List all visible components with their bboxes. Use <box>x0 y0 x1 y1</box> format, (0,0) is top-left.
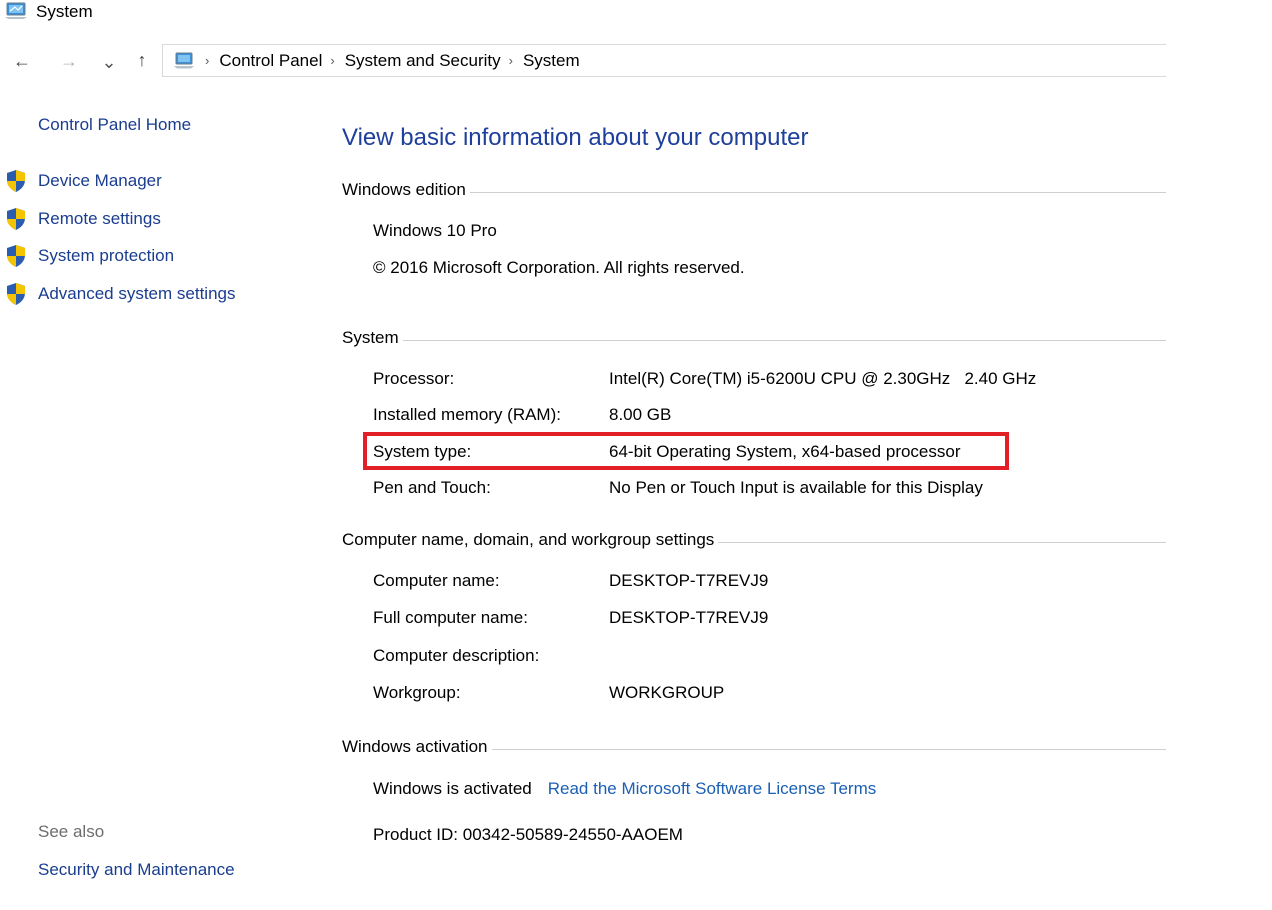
section-system: System <box>342 328 1166 348</box>
product-id: Product ID: 00342-50589-24550-AAOEM <box>373 825 683 844</box>
ram-label: Installed memory (RAM): <box>373 405 561 424</box>
copyright-text: © 2016 Microsoft Corporation. All rights… <box>373 258 745 277</box>
back-arrow-icon[interactable]: ← <box>8 48 36 74</box>
section-divider <box>402 339 1166 341</box>
activation-status: Windows is activated <box>373 779 532 798</box>
system-type-highlight <box>363 432 1009 470</box>
control-panel-icon <box>174 52 194 68</box>
forward-arrow-icon[interactable]: → <box>55 48 83 74</box>
breadcrumb-separator-icon: › <box>508 53 513 68</box>
full-computer-name-value: DESKTOP-T7REVJ9 <box>609 608 769 627</box>
section-heading: System <box>342 328 399 347</box>
computer-name-label: Computer name: <box>373 571 500 590</box>
license-terms-link[interactable]: Read the Microsoft Software License Term… <box>548 779 877 799</box>
computer-description-label: Computer description: <box>373 646 540 665</box>
section-heading: Computer name, domain, and workgroup set… <box>342 530 715 549</box>
activation-row: Windows is activated Read the Microsoft … <box>373 777 876 801</box>
workgroup-value: WORKGROUP <box>609 683 725 702</box>
breadcrumb-separator-icon: › <box>330 53 335 68</box>
address-bar[interactable]: › Control Panel › System and Security › … <box>162 44 1166 77</box>
task-system-protection[interactable]: System protection <box>4 244 174 268</box>
breadcrumb-system[interactable]: System <box>523 51 580 71</box>
uac-shield-icon <box>7 283 25 305</box>
pen-touch-label: Pen and Touch: <box>373 478 491 497</box>
section-windows-activation: Windows activation <box>342 737 1166 757</box>
uac-shield-icon <box>7 245 25 267</box>
ram-value: 8.00 GB <box>609 405 672 424</box>
security-and-maintenance-link[interactable]: Security and Maintenance <box>38 860 235 880</box>
uac-shield-icon <box>7 208 25 230</box>
full-computer-name-label: Full computer name: <box>373 608 528 627</box>
control-panel-home-link[interactable]: Control Panel Home <box>38 115 191 135</box>
see-also-heading: See also <box>38 822 105 841</box>
system-window: System ← → ⌄ ↑ › Control Panel › System … <box>0 0 1272 910</box>
section-heading: Windows activation <box>342 737 488 756</box>
task-label[interactable]: Remote settings <box>38 209 161 229</box>
workgroup-label: Workgroup: <box>373 683 461 702</box>
task-label[interactable]: Device Manager <box>38 171 162 191</box>
task-device-manager[interactable]: Device Manager <box>4 169 162 193</box>
section-divider <box>491 748 1166 750</box>
computer-name-value: DESKTOP-T7REVJ9 <box>609 571 769 590</box>
breadcrumb-control-panel[interactable]: Control Panel <box>219 51 322 71</box>
section-divider <box>718 541 1166 543</box>
pen-touch-value: No Pen or Touch Input is available for t… <box>609 478 983 497</box>
task-advanced-system-settings[interactable]: Advanced system settings <box>4 282 235 306</box>
processor-label: Processor: <box>373 369 455 388</box>
section-windows-edition: Windows edition <box>342 180 1166 200</box>
processor-value: Intel(R) Core(TM) i5-6200U CPU @ 2.30GHz… <box>609 369 1037 388</box>
recent-locations-chevron-icon[interactable]: ⌄ <box>100 52 118 72</box>
breadcrumb-system-and-security[interactable]: System and Security <box>345 51 501 71</box>
section-divider <box>469 191 1166 193</box>
task-label[interactable]: Advanced system settings <box>38 284 235 304</box>
uac-shield-icon <box>7 170 25 192</box>
up-arrow-icon[interactable]: ↑ <box>128 46 156 74</box>
system-monitor-icon <box>5 2 27 19</box>
task-remote-settings[interactable]: Remote settings <box>4 207 161 231</box>
windows-edition-name: Windows 10 Pro <box>373 221 497 240</box>
page-title: View basic information about your comput… <box>342 124 809 151</box>
breadcrumb-separator-icon: › <box>205 53 210 68</box>
section-computer-name: Computer name, domain, and workgroup set… <box>342 530 1166 550</box>
window-title: System <box>36 2 93 21</box>
task-label[interactable]: System protection <box>38 246 174 266</box>
section-heading: Windows edition <box>342 180 466 199</box>
